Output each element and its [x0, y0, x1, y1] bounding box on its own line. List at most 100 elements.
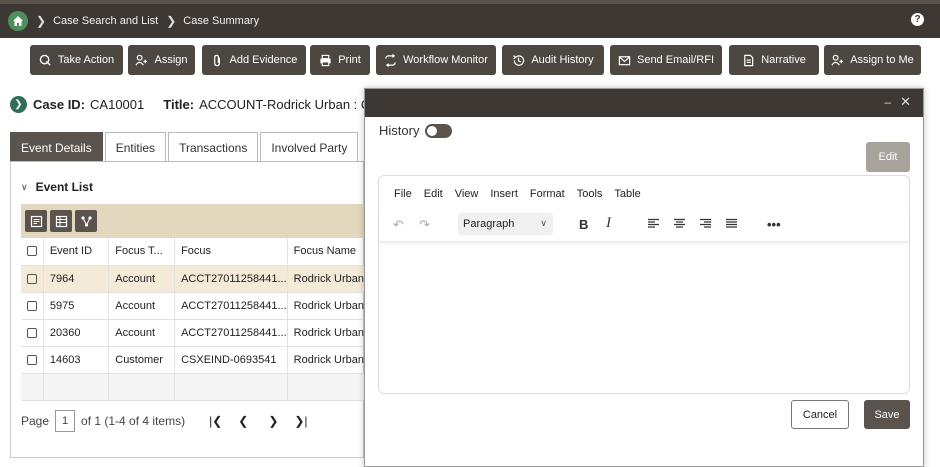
case-title-label: Title:: [163, 96, 195, 112]
menu-file[interactable]: File: [394, 188, 412, 200]
grid-view-icon[interactable]: [50, 210, 72, 232]
add-evidence-label: Add Evidence: [229, 54, 298, 66]
printer-icon: [320, 54, 331, 66]
row-checkbox[interactable]: [27, 300, 37, 311]
column-header-focus-name[interactable]: Focus Name: [287, 238, 366, 266]
next-page-icon[interactable]: ❯: [268, 414, 278, 428]
menu-tools[interactable]: Tools: [577, 188, 603, 200]
page-summary: of 1 (1-4 of 4 items): [81, 414, 186, 428]
table-row[interactable]: 7964 Account ACCT27011258441... Rodrick …: [21, 265, 366, 293]
row-select-cell[interactable]: [21, 265, 44, 293]
workflow-monitor-button[interactable]: Workflow Monitor: [376, 45, 496, 75]
menu-table[interactable]: Table: [614, 188, 640, 200]
editor-menubar: File Edit View Insert Format Tools Table: [394, 188, 641, 200]
table-row[interactable]: 14603 Customer CSXEIND-0693541 Rodrick U…: [21, 346, 366, 374]
undo-icon[interactable]: ↶: [393, 217, 404, 233]
close-icon[interactable]: ✕: [900, 94, 911, 110]
menu-format[interactable]: Format: [530, 188, 565, 200]
case-id-label: Case ID:: [33, 96, 86, 112]
table-row[interactable]: 20360 Account ACCT27011258441... Rodrick…: [21, 319, 366, 347]
column-header-focus[interactable]: Focus: [174, 238, 288, 266]
select-all-cell[interactable]: [21, 238, 44, 266]
assign-button[interactable]: Assign: [128, 45, 195, 75]
breadcrumb-case-search[interactable]: Case Search and List: [53, 15, 158, 27]
column-header-event-id[interactable]: Event ID: [43, 238, 110, 266]
dialog-header: – ✕: [365, 89, 923, 117]
audit-history-button[interactable]: Audit History: [502, 45, 604, 75]
event-id-cell: 7964: [43, 265, 110, 293]
align-right-icon[interactable]: [699, 217, 712, 232]
focus-cell: ACCT27011258441...: [174, 319, 288, 347]
assign-me-icon: [831, 54, 844, 65]
page-label: Page: [21, 414, 50, 428]
chevron-down-icon[interactable]: ∨: [21, 182, 28, 193]
row-checkbox[interactable]: [27, 273, 37, 284]
assign-label: Assign: [154, 54, 188, 66]
grid-toolbar: [21, 204, 365, 238]
paperclip-icon: [213, 54, 220, 66]
mail-icon: [618, 55, 631, 65]
edit-button[interactable]: Edit: [866, 142, 910, 172]
rich-text-editor[interactable]: File Edit View Insert Format Tools Table…: [378, 175, 910, 394]
justify-icon[interactable]: [725, 217, 738, 232]
previous-page-icon[interactable]: ❮: [238, 414, 248, 428]
details-view-icon[interactable]: [25, 210, 47, 232]
chevron-right-icon: ❯: [36, 14, 47, 28]
row-select-cell[interactable]: [21, 319, 44, 347]
action-toolbar: Take Action Assign Add Evidence Print Wo…: [0, 38, 940, 86]
chevron-right-icon: ❯: [166, 14, 177, 28]
focus-cell: ACCT27011258441...: [174, 292, 288, 320]
table-row[interactable]: 5975 Account ACCT27011258441... Rodrick …: [21, 292, 366, 320]
cancel-button[interactable]: Cancel: [791, 400, 849, 429]
table-header-row: Event ID Focus T... Focus Focus Name: [21, 238, 366, 266]
minimize-icon[interactable]: –: [884, 95, 891, 109]
document-icon: [744, 54, 754, 66]
menu-view[interactable]: View: [455, 188, 479, 200]
row-checkbox[interactable]: [27, 327, 37, 338]
bold-icon[interactable]: B: [579, 217, 588, 232]
last-page-icon[interactable]: ❯|: [294, 414, 307, 428]
tab-event-details[interactable]: Event Details: [10, 132, 103, 162]
send-email-rfi-button[interactable]: Send Email/RFI: [610, 45, 722, 75]
add-evidence-button[interactable]: Add Evidence: [202, 45, 306, 75]
paragraph-format-select[interactable]: Paragraph ∨: [458, 213, 553, 235]
more-options-icon[interactable]: •••: [767, 217, 781, 232]
assign-to-me-button[interactable]: Assign to Me: [824, 45, 921, 75]
case-tabs: Event Details Entities Transactions Invo…: [10, 132, 360, 162]
focus-name-cell: Rodrick Urban: [287, 319, 366, 347]
tab-entities[interactable]: Entities: [104, 132, 167, 162]
align-center-icon[interactable]: [673, 217, 686, 232]
event-list-header[interactable]: ∨ Event List: [21, 180, 93, 194]
case-id-value: CA10001: [90, 96, 145, 112]
save-button[interactable]: Save: [864, 400, 910, 429]
narrative-button[interactable]: Narrative: [729, 45, 819, 75]
home-icon[interactable]: [8, 11, 28, 31]
select-all-checkbox[interactable]: [27, 246, 37, 257]
narrative-dialog: – ✕ History Edit File Edit View Insert F…: [364, 88, 924, 467]
help-icon[interactable]: ?: [911, 13, 924, 26]
toggle-knob: [427, 125, 438, 136]
first-page-icon[interactable]: |❮: [209, 414, 222, 428]
print-button[interactable]: Print: [310, 45, 370, 75]
row-select-cell[interactable]: [21, 292, 44, 320]
italic-icon[interactable]: I: [606, 215, 611, 232]
chevron-right-icon[interactable]: ❯: [10, 95, 27, 113]
row-checkbox[interactable]: [27, 354, 37, 365]
workflow-monitor-label: Workflow Monitor: [403, 54, 488, 66]
menu-edit[interactable]: Edit: [424, 188, 443, 200]
history-toggle[interactable]: [425, 123, 453, 138]
tab-involved-party[interactable]: Involved Party: [260, 132, 359, 162]
redo-icon[interactable]: ↷: [419, 217, 430, 233]
row-select-cell[interactable]: [21, 346, 44, 374]
align-left-icon[interactable]: [647, 217, 660, 232]
focus-cell: ACCT27011258441...: [174, 265, 288, 293]
page-number-input[interactable]: 1: [55, 410, 76, 432]
tab-transactions[interactable]: Transactions: [168, 132, 259, 162]
column-header-focus-type[interactable]: Focus T...: [108, 238, 176, 266]
network-icon[interactable]: [75, 210, 97, 232]
take-action-icon: [39, 54, 51, 66]
take-action-button[interactable]: Take Action: [30, 45, 123, 75]
focus-type-cell: Account: [108, 319, 176, 347]
menu-insert[interactable]: Insert: [490, 188, 518, 200]
event-id-cell: 14603: [43, 346, 110, 374]
